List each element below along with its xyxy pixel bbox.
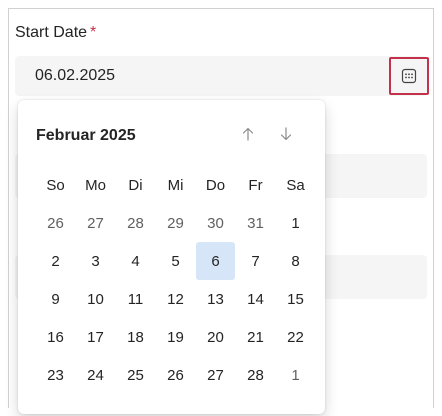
calendar-day[interactable]: 16: [36, 318, 75, 356]
calendar-day[interactable]: 29: [156, 204, 195, 242]
calendar-day[interactable]: 20: [196, 318, 235, 356]
start-date-value: 06.02.2025: [35, 67, 116, 84]
month-title[interactable]: Februar 2025: [36, 127, 136, 145]
start-date-input[interactable]: 06.02.2025: [15, 56, 427, 96]
weekday-header: So: [46, 176, 65, 194]
date-picker-popup: Februar 2025 So Mo Di Mi Do Fr Sa 26 27 28 29 30 31…: [18, 100, 325, 414]
start-date-label-text: Start Date: [15, 24, 88, 41]
calendar-day[interactable]: 21: [236, 318, 275, 356]
calendar-day[interactable]: 11: [116, 280, 155, 318]
weekday-header: Do: [205, 176, 226, 194]
weekday-header: Mo: [85, 176, 106, 194]
calendar-day[interactable]: 1: [276, 356, 315, 394]
calendar-week-row: 26 27 28 29 30 31 1: [36, 204, 316, 242]
calendar-day[interactable]: 27: [76, 204, 115, 242]
calendar-day[interactable]: 2: [36, 242, 75, 280]
calendar-day[interactable]: 4: [116, 242, 155, 280]
calendar-day[interactable]: 17: [76, 318, 115, 356]
calendar-day[interactable]: 3: [76, 242, 115, 280]
calendar-grid: So Mo Di Mi Do Fr Sa 26 27 28 29 30 31 1 2 3 4 5 6 7 8 9 10 11…: [36, 166, 316, 394]
calendar-week-row: 23 24 25 26 27 28 1: [36, 356, 316, 394]
calendar-week-row: 16 17 18 19 20 21 22: [36, 318, 316, 356]
calendar-day[interactable]: 30: [196, 204, 235, 242]
calendar-day[interactable]: 12: [156, 280, 195, 318]
calendar-day[interactable]: 14: [236, 280, 275, 318]
weekday-header: Mi: [167, 176, 184, 194]
calendar-day[interactable]: 22: [276, 318, 315, 356]
previous-month-button[interactable]: [238, 124, 258, 144]
required-asterisk: *: [90, 24, 97, 41]
weekday-header: Fr: [248, 176, 263, 194]
calendar-day[interactable]: 18: [116, 318, 155, 356]
arrow-down-icon: [280, 127, 292, 141]
calendar-day[interactable]: 10: [76, 280, 115, 318]
arrow-up-icon: [242, 127, 254, 141]
calendar-day[interactable]: 25: [116, 356, 155, 394]
open-calendar-button[interactable]: [389, 57, 429, 95]
calendar-day[interactable]: 13: [196, 280, 235, 318]
calendar-day[interactable]: 7: [236, 242, 275, 280]
calendar-day[interactable]: 1: [276, 204, 315, 242]
calendar-week-row: 9 10 11 12 13 14 15: [36, 280, 316, 318]
calendar-day[interactable]: 23: [36, 356, 75, 394]
calendar-week-row: 2345678: [36, 242, 316, 280]
calendar-day[interactable]: 31: [236, 204, 275, 242]
weekday-header: Sa: [286, 176, 305, 194]
calendar-day[interactable]: 24: [76, 356, 115, 394]
start-date-label: Start Date *: [15, 24, 96, 42]
calendar-day[interactable]: 26: [156, 356, 195, 394]
calendar-day[interactable]: 5: [156, 242, 195, 280]
calendar-day-selected[interactable]: 6: [196, 242, 235, 280]
calendar-day[interactable]: 19: [156, 318, 195, 356]
calendar-day[interactable]: 8: [276, 242, 315, 280]
next-month-button[interactable]: [276, 124, 296, 144]
calendar-day[interactable]: 28: [116, 204, 155, 242]
weekday-header-row: So Mo Di Mi Do Fr Sa: [36, 166, 316, 204]
weekday-header: Di: [128, 176, 143, 194]
calendar-day[interactable]: 28: [236, 356, 275, 394]
calendar-day[interactable]: 15: [276, 280, 315, 318]
calendar-day[interactable]: 27: [196, 356, 235, 394]
calendar-day[interactable]: 26: [36, 204, 75, 242]
calendar-day[interactable]: 9: [36, 280, 75, 318]
calendar-icon: [401, 68, 417, 84]
calendar-weeks: 26 27 28 29 30 31 1 2 3 4 5 6 7 8 9 10 11 12 13 14 15 16 17 18 1…: [36, 204, 316, 394]
